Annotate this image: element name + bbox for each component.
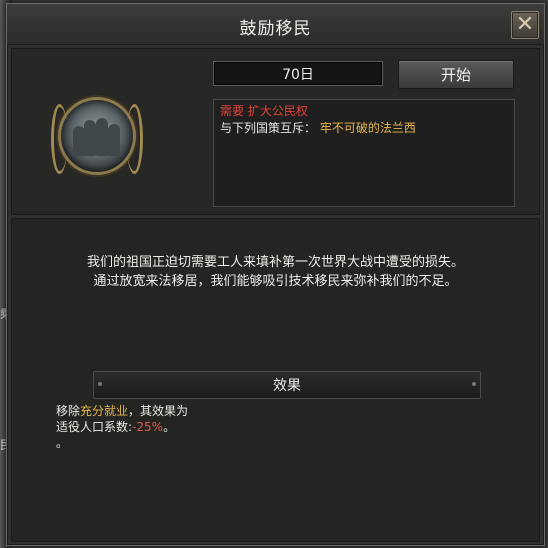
exclusive-label: 与下列国策互斥： (220, 121, 317, 135)
focus-description: 我们的祖国正迫切需要工人来填补第一次世界大战中遭受的损失。 通过放宽来法移居，我… (26, 253, 525, 291)
focus-info-panel: 70日 开始 需要 扩大公民权 与下列国策互斥： 牢不可破的法兰西 (11, 48, 540, 215)
effect-text: 。 (163, 420, 176, 434)
description-line: 我们的祖国正迫切需要工人来填补第一次世界大战中遭受的损失。 (86, 255, 464, 270)
effect-line: 适役人口系数:-25%。 (56, 419, 188, 435)
effect-text: 适役人口系数: (56, 420, 133, 434)
prerequisite-label: 需要 (220, 104, 245, 118)
exclusive-focus: 牢不可破的法兰西 (319, 121, 416, 135)
focus-duration: 70日 (213, 61, 383, 86)
effect-line: 。 (56, 436, 69, 450)
start-focus-button[interactable]: 开始 (398, 60, 514, 89)
close-button[interactable]: ✕ (511, 11, 539, 39)
effect-text: ，其效果为 (128, 404, 189, 418)
effect-value: -25% (132, 420, 164, 434)
title-bar: 鼓励移民 ✕ (7, 4, 544, 45)
focus-dialog: 鼓励移民 ✕ 70日 开始 需要 扩大公民权 与下列国策互斥： 牢不可破的法兰西… (6, 3, 545, 546)
prerequisite-focus: 扩大公民权 (247, 104, 308, 118)
requirements-box: 需要 扩大公民权 与下列国策互斥： 牢不可破的法兰西 (213, 99, 515, 207)
description-panel: 我们的祖国正迫切需要工人来填补第一次世界大战中遭受的损失。 通过放宽来法移居，我… (11, 218, 540, 542)
effects-header: 效果 (93, 371, 481, 399)
close-icon: ✕ (515, 12, 535, 37)
effect-line: 移除充分就业，其效果为 (56, 403, 188, 419)
dialog-title: 鼓励移民 (239, 19, 312, 39)
effect-modifier-name[interactable]: 充分就业 (80, 404, 128, 418)
exclusive-line: 与下列国策互斥： 牢不可破的法兰西 (220, 120, 508, 137)
effects-list: 移除充分就业，其效果为 适役人口系数:-25%。 。 (56, 403, 188, 451)
description-line: 通过放宽来法移居，我们能够吸引技术移民来弥补我们的不足。 (93, 274, 458, 289)
focus-emblem-icon (51, 97, 143, 175)
prerequisite-line: 需要 扩大公民权 (220, 103, 508, 120)
effect-text: 移除 (56, 404, 81, 418)
effects-title: 效果 (273, 378, 301, 394)
